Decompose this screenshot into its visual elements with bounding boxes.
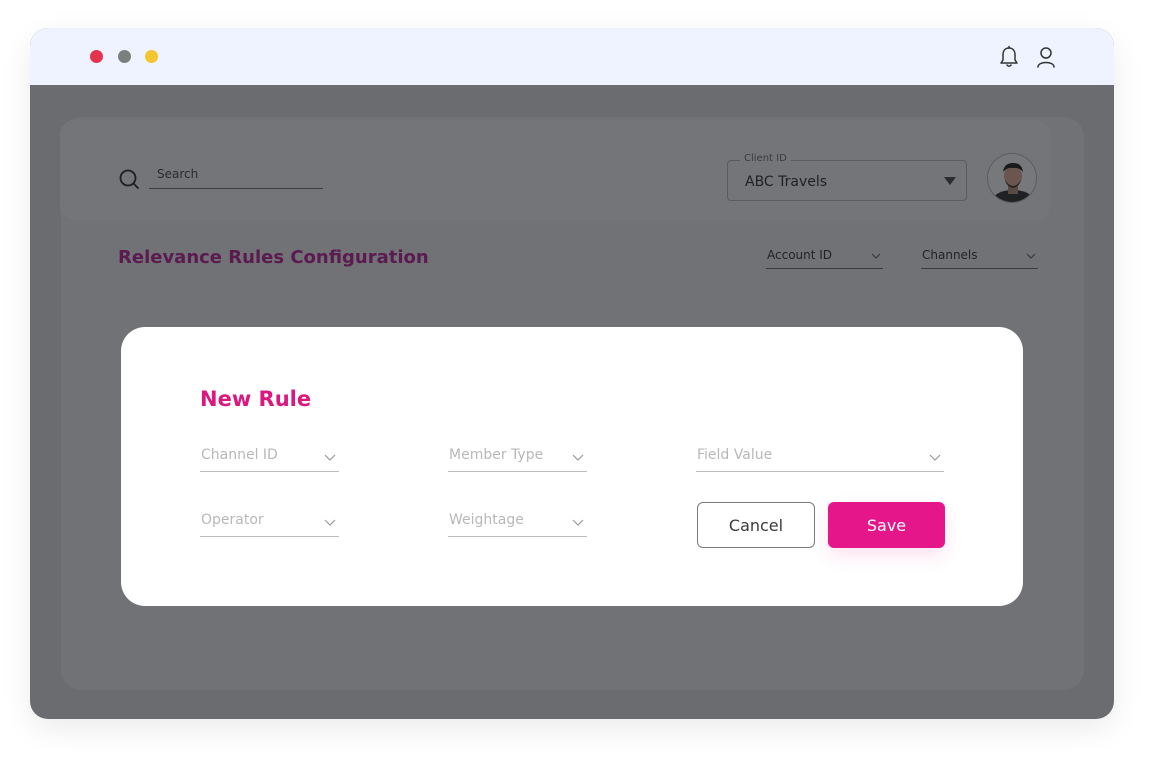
user-icon[interactable] (1035, 45, 1057, 69)
chevron-down-icon (871, 253, 881, 259)
caret-down-icon (944, 177, 956, 185)
search-icon[interactable] (118, 168, 140, 190)
weightage-select[interactable]: Weightage (448, 510, 587, 537)
chevron-down-icon (572, 454, 584, 461)
client-id-select[interactable]: Client ID ABC Travels (727, 153, 967, 201)
maximize-window-button[interactable] (145, 50, 158, 63)
chevron-down-icon (324, 519, 336, 526)
close-window-button[interactable] (90, 50, 103, 63)
channel-id-select[interactable]: Channel ID (200, 445, 339, 472)
account-id-filter-label: Account ID (767, 248, 833, 262)
member-type-label: Member Type (449, 447, 544, 463)
field-value-label: Field Value (697, 447, 773, 463)
search-input[interactable]: Search (149, 165, 323, 189)
chevron-down-icon (1026, 253, 1036, 259)
bell-icon[interactable] (998, 45, 1020, 69)
channels-filter[interactable]: Channels (921, 246, 1038, 269)
operator-label: Operator (201, 512, 264, 528)
new-rule-modal: New Rule Channel ID Member Type Field Va… (121, 327, 1023, 606)
client-id-value: ABC Travels (745, 174, 828, 190)
chevron-down-icon (572, 519, 584, 526)
cancel-button[interactable]: Cancel (697, 502, 815, 548)
client-id-label: Client ID (740, 153, 791, 164)
field-value-select[interactable]: Field Value (696, 445, 944, 472)
weightage-label: Weightage (449, 512, 524, 528)
chevron-down-icon (324, 454, 336, 461)
user-avatar[interactable] (987, 153, 1037, 203)
minimize-window-button[interactable] (118, 50, 131, 63)
chevron-down-icon (929, 454, 941, 461)
page-title: Relevance Rules Configuration (118, 247, 429, 268)
avatar-image (988, 154, 1036, 202)
channel-id-label: Channel ID (201, 447, 278, 463)
operator-select[interactable]: Operator (200, 510, 339, 537)
modal-title: New Rule (200, 387, 312, 411)
channels-filter-label: Channels (922, 248, 978, 262)
member-type-select[interactable]: Member Type (448, 445, 587, 472)
account-id-filter[interactable]: Account ID (766, 246, 883, 269)
search-placeholder: Search (157, 167, 199, 181)
window-titlebar (30, 28, 1114, 85)
save-button[interactable]: Save (828, 502, 945, 548)
